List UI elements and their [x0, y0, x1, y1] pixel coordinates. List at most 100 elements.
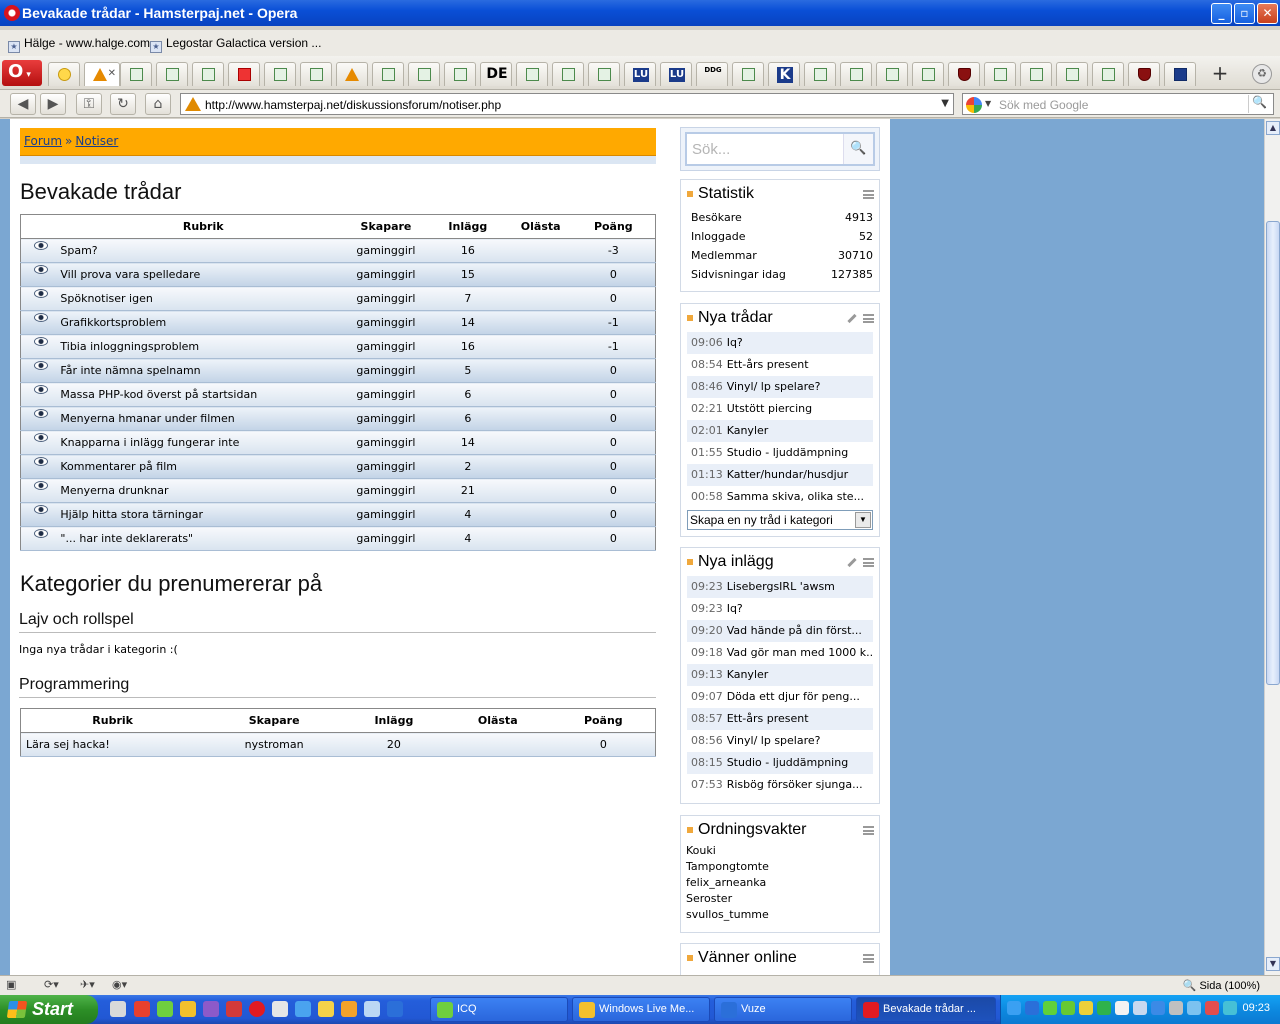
thread-title-link[interactable]: Vill prova vara spelledare	[60, 262, 347, 287]
thread-author[interactable]: gaminggirl	[346, 310, 426, 335]
thread-title-link[interactable]: Lära sej hacka!	[20, 732, 205, 757]
list-item[interactable]: 09:20 Vad hände på din först...	[687, 620, 873, 642]
moderator-link[interactable]: Kouki	[686, 844, 879, 860]
eye-cell[interactable]	[20, 334, 61, 359]
tray-icon[interactable]	[1079, 1001, 1093, 1015]
scroll-down-arrow[interactable]: ▼	[1266, 957, 1280, 971]
quicklaunch-alarm-icon[interactable]	[110, 1001, 126, 1017]
browser-tab[interactable]: DE	[480, 62, 512, 86]
thread-title-link[interactable]: Får inte nämna spelnamn	[60, 358, 347, 383]
list-item[interactable]: 08:57 Ett-års present	[687, 708, 873, 730]
browser-tab[interactable]	[48, 62, 80, 86]
browser-tab[interactable]	[948, 62, 980, 86]
close-button[interactable]: ✕	[1257, 3, 1278, 24]
browser-tab[interactable]	[300, 62, 332, 86]
chevron-down-icon[interactable]: ▼	[985, 99, 991, 108]
tray-icon[interactable]	[1061, 1001, 1075, 1015]
moderator-link[interactable]: Seroster	[686, 892, 879, 908]
table-row[interactable]: Menyerna hmanar under filmen gaminggirl 6 0	[20, 406, 656, 431]
quicklaunch-media-icon[interactable]	[341, 1001, 357, 1017]
list-item[interactable]: 01:13 Katter/hundar/husdjur	[687, 464, 873, 486]
quicklaunch-opera-icon[interactable]	[249, 1001, 265, 1017]
thread-title-link[interactable]: Menyerna drunknar	[60, 478, 347, 503]
item-link[interactable]: Vinyl/ lp spelare?	[727, 380, 821, 393]
browser-tab[interactable]: K	[768, 62, 800, 86]
bookmark-legostar[interactable]: ★ Legostar Galactica version ...	[150, 36, 321, 53]
browser-tab[interactable]	[840, 62, 872, 86]
breadcrumb-forum-link[interactable]: Forum	[24, 134, 62, 148]
list-item[interactable]: 08:15 Studio - ljuddämpning	[687, 752, 873, 774]
browser-tab[interactable]	[192, 62, 224, 86]
tray-icon[interactable]	[1133, 1001, 1147, 1015]
tray-icon[interactable]	[1097, 1001, 1111, 1015]
menu-icon[interactable]	[863, 826, 874, 835]
quicklaunch-messenger-icon[interactable]	[180, 1001, 196, 1017]
browser-tab[interactable]	[228, 62, 260, 86]
eye-icon[interactable]	[33, 289, 48, 298]
item-link[interactable]: Vinyl/ lp spelare?	[727, 734, 821, 747]
list-item[interactable]: 02:01 Kanyler	[687, 420, 873, 442]
eye-cell[interactable]	[20, 382, 61, 407]
tray-vuze-icon[interactable]	[1025, 1001, 1039, 1015]
taskbar-item[interactable]: Bevakade trådar ...	[856, 997, 996, 1022]
thread-author[interactable]: gaminggirl	[346, 478, 426, 503]
eye-cell[interactable]	[20, 310, 61, 335]
browser-tab[interactable]	[876, 62, 908, 86]
browser-tab[interactable]	[336, 62, 368, 86]
table-row[interactable]: Tibia inloggningsproblem gaminggirl 16 -1	[20, 334, 656, 359]
thread-author[interactable]: nystroman	[204, 732, 344, 757]
item-link[interactable]: Kanyler	[727, 668, 769, 681]
table-row[interactable]: Menyerna drunknar gaminggirl 21 0	[20, 478, 656, 503]
browser-tab[interactable]	[516, 62, 548, 86]
eye-cell[interactable]	[20, 358, 61, 383]
pencil-icon[interactable]	[847, 557, 857, 568]
table-row[interactable]: Hjälp hitta stora tärningar gaminggirl 4 0	[20, 502, 656, 527]
tray-icq-icon[interactable]	[1043, 1001, 1057, 1015]
list-item[interactable]: 09:18 Vad gör man med 1000 k...	[687, 642, 873, 664]
eye-cell[interactable]	[20, 286, 61, 311]
taskbar-item[interactable]: Vuze	[714, 997, 852, 1022]
thread-author[interactable]: gaminggirl	[346, 526, 426, 551]
thread-title-link[interactable]: Spam?	[60, 238, 347, 263]
search-icon[interactable]: 🔍	[843, 134, 873, 164]
quicklaunch-vuze-icon[interactable]	[387, 1001, 403, 1017]
eye-icon[interactable]	[33, 385, 48, 394]
thread-title-link[interactable]: "... har inte deklarerats"	[60, 526, 347, 551]
eye-cell[interactable]	[20, 454, 61, 479]
list-item[interactable]: 02:21 Utstött piercing	[687, 398, 873, 420]
browser-tab[interactable]	[1164, 62, 1196, 86]
browser-tab[interactable]: LU	[660, 62, 692, 86]
item-link[interactable]: Ett-års present	[727, 712, 809, 725]
tray-network-icon[interactable]	[1115, 1001, 1129, 1015]
browser-tab[interactable]	[408, 62, 440, 86]
browser-tab[interactable]	[1092, 62, 1124, 86]
tray-icon[interactable]	[1151, 1001, 1165, 1015]
item-link[interactable]: LisebergsIRL 'awsm	[727, 580, 835, 593]
reload-button[interactable]: ↻	[110, 93, 136, 115]
table-row[interactable]: Grafikkortsproblem gaminggirl 14 -1	[20, 310, 656, 335]
list-item[interactable]: 09:06 Iq?	[687, 332, 873, 354]
table-row[interactable]: Vill prova vara spelledare gaminggirl 15 0	[20, 262, 656, 287]
eye-icon[interactable]	[33, 313, 48, 322]
menu-icon[interactable]	[863, 954, 874, 963]
thread-title-link[interactable]: Hjälp hitta stora tärningar	[60, 502, 347, 527]
item-link[interactable]: Samma skiva, olika ste...	[727, 490, 864, 503]
close-tab-icon[interactable]: ✕	[108, 68, 116, 79]
thread-author[interactable]: gaminggirl	[346, 262, 426, 287]
item-link[interactable]: Iq?	[727, 336, 743, 349]
browser-tab[interactable]	[912, 62, 944, 86]
thread-title-link[interactable]: Kommentarer på film	[60, 454, 347, 479]
browser-tab[interactable]	[264, 62, 296, 86]
eye-icon[interactable]	[33, 409, 48, 418]
quicklaunch-app-icon[interactable]	[364, 1001, 380, 1017]
tray-icon[interactable]	[1007, 1001, 1021, 1015]
thread-title-link[interactable]: Tibia inloggningsproblem	[60, 334, 347, 359]
browser-tab[interactable]	[984, 62, 1016, 86]
list-item[interactable]: 08:56 Vinyl/ lp spelare?	[687, 730, 873, 752]
item-link[interactable]: Risbög försöker sjunga...	[727, 778, 863, 791]
eye-cell[interactable]	[20, 406, 61, 431]
wand-key-button[interactable]: ⚿	[76, 93, 102, 115]
search-icon[interactable]: 🔍	[1248, 95, 1270, 113]
start-button[interactable]: Start	[0, 995, 98, 1024]
eye-icon[interactable]	[33, 481, 48, 490]
